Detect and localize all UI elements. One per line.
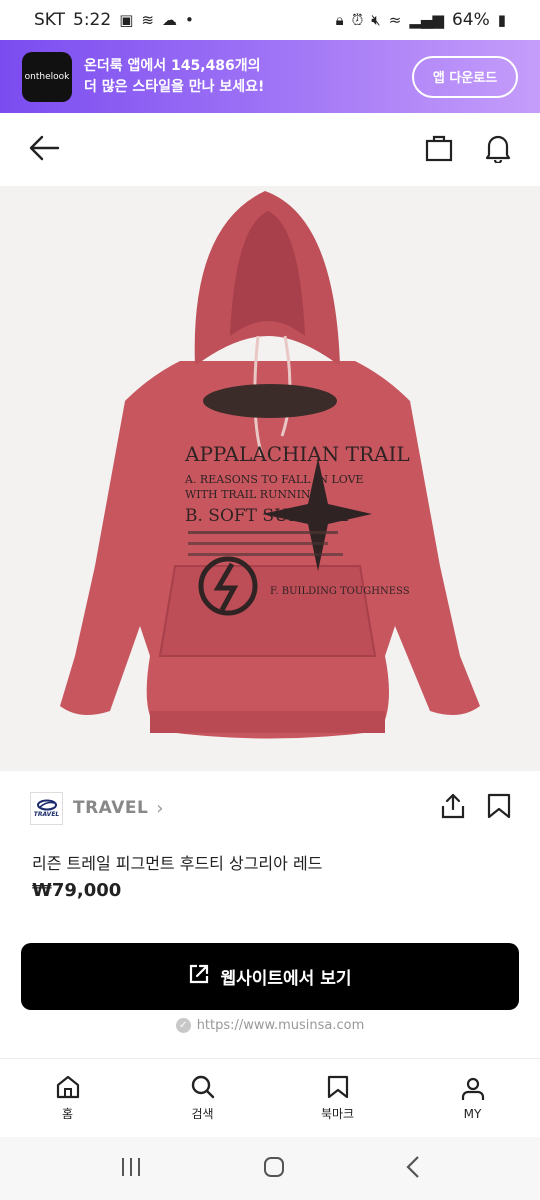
battery-icon: ▮ — [497, 10, 506, 29]
banner-line2: 더 많은 스타일을 만나 보세요! — [84, 78, 265, 95]
bookmark-icon[interactable] — [486, 792, 512, 824]
signal-icon: ▂▄▆ — [409, 10, 444, 29]
gallery-icon: ▣ — [119, 10, 134, 29]
brand-row[interactable]: TRAVEL TRAVEL › — [30, 790, 512, 826]
more-dot-icon: • — [184, 10, 194, 29]
chevron-right-icon[interactable]: › — [156, 798, 163, 819]
onthelook-logo: onthelook — [22, 51, 72, 102]
print-line-1: A. REASONS TO FALL IN LOVE — [184, 473, 364, 486]
tab-bookmark[interactable]: 북마크 — [270, 1059, 405, 1137]
lock-icon: 🔒︎ — [335, 10, 344, 29]
source-url[interactable]: ✓ https://www.musinsa.com — [0, 1018, 540, 1033]
bookmark-tab-icon — [327, 1075, 348, 1099]
print-line-title: APPALACHIAN TRAIL — [184, 442, 410, 466]
print-line-4: F. BUILDING TOUGHNESS — [270, 586, 410, 597]
system-nav-bar — [0, 1137, 540, 1200]
banner-line1: 온더룩 앱에서 145,486개의 — [84, 58, 261, 75]
tab-search[interactable]: 검색 — [135, 1059, 270, 1137]
carrier: SKT — [34, 10, 66, 30]
product-actions — [440, 792, 512, 824]
alarm-icon: ⏰︎ — [351, 10, 364, 29]
recent-apps-icon[interactable] — [119, 1156, 143, 1182]
verified-check-icon: ✓ — [175, 1018, 191, 1033]
product-name: 리즌 트레일 피그먼트 후드티 상그리아 레드 — [32, 854, 323, 873]
back-button-icon[interactable] — [405, 1155, 421, 1183]
app-download-button[interactable]: 앱 다운로드 — [412, 55, 518, 98]
mute-icon: 🔇︎ — [371, 10, 381, 29]
battery-percent: 64% — [451, 10, 490, 30]
share-icon[interactable] — [440, 792, 466, 824]
print-line-2: WITH TRAIL RUNNING — [185, 488, 319, 501]
tab-my-label: MY — [463, 1106, 482, 1121]
bell-icon[interactable] — [484, 133, 512, 167]
product-price: ₩79,000 — [32, 880, 122, 901]
brand-logo-text: TRAVEL — [33, 810, 60, 818]
tab-home-label: 홈 — [61, 1107, 74, 1121]
banner-message: 온더룩 앱에서 145,486개의 더 많은 스타일을 만나 보세요! — [84, 56, 344, 97]
home-icon — [56, 1075, 79, 1099]
brand-logo[interactable]: TRAVEL — [30, 791, 63, 825]
flow-icon: ≋ — [141, 10, 154, 29]
brand-name[interactable]: TRAVEL — [73, 798, 148, 818]
search-icon — [191, 1075, 214, 1099]
product-image[interactable]: APPALACHIAN TRAIL A. REASONS TO FALL IN … — [0, 186, 540, 771]
source-url-text[interactable]: https://www.musinsa.com — [197, 1018, 365, 1033]
clock: 5:22 — [73, 10, 112, 30]
top-nav — [0, 113, 540, 186]
external-link-icon — [188, 963, 210, 990]
messenger-icon: ☁ — [161, 10, 177, 29]
app-download-banner[interactable]: onthelook 온더룩 앱에서 145,486개의 더 많은 스타일을 만나… — [0, 40, 540, 113]
status-right: 🔒︎ ⏰︎ 🔇︎ ≈ ▂▄▆ 64% ▮ — [336, 10, 506, 30]
tab-my[interactable]: MY — [405, 1059, 540, 1137]
shopping-bag-icon[interactable] — [424, 133, 454, 167]
wifi-icon: ≈ — [388, 10, 402, 29]
user-icon — [461, 1077, 484, 1100]
nav-actions — [424, 133, 512, 167]
bottom-tab-bar: 홈 검색 북마크 MY — [0, 1059, 540, 1137]
tab-bookmark-label: 북마크 — [320, 1107, 355, 1121]
tab-search-label: 검색 — [191, 1107, 214, 1121]
back-arrow-icon[interactable] — [28, 134, 60, 166]
tab-home[interactable]: 홈 — [0, 1059, 135, 1137]
status-bar: SKT 5:22 ▣ ≋ ☁ • 🔒︎ ⏰︎ 🔇︎ ≈ ▂▄▆ 64% ▮ — [0, 0, 540, 40]
status-left: SKT 5:22 ▣ ≋ ☁ • — [34, 10, 194, 30]
cta-label: 웹사이트에서 보기 — [220, 969, 352, 989]
view-on-website-button[interactable]: 웹사이트에서 보기 — [21, 943, 519, 1010]
print-line-3: B. SOFT SURFACE — [185, 506, 349, 526]
home-button-icon[interactable] — [262, 1155, 286, 1183]
